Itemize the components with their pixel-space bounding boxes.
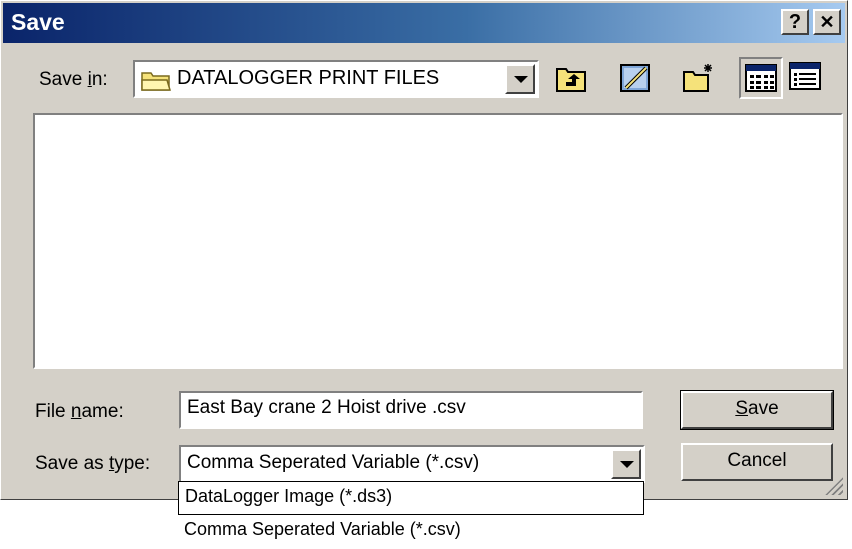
save-as-type-value: Comma Seperated Variable (*.csv): [187, 452, 480, 473]
save-in-combo[interactable]: DATALOGGER PRINT FILES: [133, 60, 539, 98]
save-button[interactable]: Save: [680, 390, 834, 430]
help-button[interactable]: ?: [781, 9, 809, 35]
file-name-label: File name:: [35, 401, 124, 422]
save-in-value: DATALOGGER PRINT FILES: [177, 67, 440, 89]
save-in-label: Save in:: [39, 69, 108, 90]
folder-icon: [141, 69, 172, 96]
details-view-button[interactable]: [785, 57, 829, 99]
browse-desktop-icon: [620, 64, 650, 92]
save-as-type-dropdown-button[interactable]: [611, 449, 641, 479]
close-button[interactable]: ✕: [813, 9, 841, 35]
save-as-type-label: Save as type:: [35, 453, 151, 474]
details-view-icon: [789, 62, 821, 90]
cancel-button[interactable]: Cancel: [681, 443, 833, 481]
dropdown-option-ds3[interactable]: DataLogger Image (*.ds3): [178, 481, 644, 515]
resize-grip[interactable]: [825, 477, 843, 495]
create-new-folder-icon: [683, 64, 712, 92]
window-title: Save: [11, 9, 65, 35]
create-new-folder-button[interactable]: [677, 57, 721, 99]
list-view-button[interactable]: [739, 57, 783, 99]
up-one-level-icon: [556, 68, 586, 92]
list-view-icon: [745, 64, 777, 92]
file-list[interactable]: [33, 113, 843, 369]
save-dialog: Save ? ✕ Save in: DATALOGGER PRINT FILES: [0, 0, 848, 500]
save-in-dropdown-button[interactable]: [505, 64, 535, 94]
file-name-input[interactable]: East Bay crane 2 Hoist drive .csv: [179, 391, 643, 429]
save-as-type-combo[interactable]: Comma Seperated Variable (*.csv): [179, 445, 645, 483]
up-one-level-button[interactable]: [549, 57, 593, 99]
dropdown-option-csv[interactable]: Comma Seperated Variable (*.csv): [178, 515, 644, 549]
save-as-type-dropdown-list: DataLogger Image (*.ds3) Comma Seperated…: [178, 481, 644, 549]
browse-desktop-button[interactable]: [613, 57, 657, 99]
title-bar[interactable]: Save ? ✕: [3, 3, 845, 43]
